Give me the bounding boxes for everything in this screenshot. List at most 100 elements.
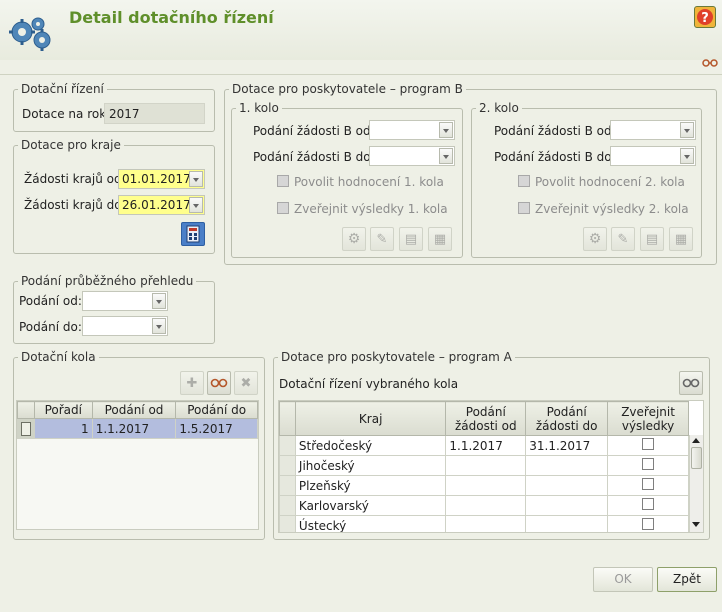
kraje-to-combo[interactable]: 26.01.2017 (118, 195, 205, 215)
zverejnit-checkbox[interactable] (642, 438, 655, 450)
cell-zverejnit (607, 495, 689, 516)
table-row[interactable]: 1 1.1.2017 1.5.2017 (17, 418, 258, 439)
prubezny-to-combo[interactable] (82, 316, 168, 336)
add-icon: ✚ (186, 375, 198, 391)
table-icon: ▦ (674, 231, 688, 247)
view-detail-button[interactable] (679, 371, 703, 395)
cell-poradi: 1 (33, 418, 93, 439)
col-header-poradi[interactable]: Pořadí (33, 401, 93, 419)
header-divider (0, 74, 722, 75)
cell-kraj: Středočeský (294, 435, 447, 456)
scroll-thumb[interactable] (691, 447, 702, 469)
group-legend: 1. kolo (239, 101, 279, 115)
kolo1-povolit-label: Povolit hodnocení 1. kola (294, 175, 444, 189)
vertical-scrollbar[interactable] (689, 435, 703, 532)
chevron-down-icon[interactable] (189, 197, 203, 213)
col-header-od[interactable]: Podání žádosti od (445, 401, 527, 436)
cell-od (445, 455, 527, 476)
sheet-icon: ▤ (404, 231, 418, 247)
row-selector[interactable] (279, 475, 296, 496)
settings-icon: ⚙ (347, 231, 361, 247)
zverejnit-checkbox[interactable] (642, 518, 655, 530)
kolo1-table-button[interactable]: ▦ (428, 227, 452, 251)
view-round-button[interactable] (207, 371, 231, 395)
chevron-down-icon[interactable] (680, 122, 694, 138)
glasses-icon[interactable] (702, 57, 718, 67)
zverejnit-checkbox[interactable] (642, 498, 655, 510)
table-row[interactable]: Plzeňský (279, 475, 689, 496)
zverejnit-checkbox[interactable] (642, 458, 655, 470)
cell-od (445, 495, 527, 516)
col-header-podani-od[interactable]: Podání od (91, 401, 177, 419)
kolo1-sheet-button[interactable]: ▤ (399, 227, 423, 251)
col-header-podani-do[interactable]: Podání do (175, 401, 258, 419)
calculator-button[interactable] (181, 222, 205, 246)
row-header-corner (279, 401, 296, 436)
help-button[interactable]: ? (694, 6, 716, 28)
edit-icon: ✎ (376, 231, 388, 247)
delete-icon: ✖ (240, 375, 252, 391)
kolo1-zverejnit-checkbox[interactable] (277, 202, 289, 214)
prubezny-from-combo[interactable] (82, 291, 168, 311)
chevron-down-icon[interactable] (439, 148, 453, 164)
cell-zverejnit (607, 475, 689, 496)
table-row[interactable]: Karlovarský (279, 495, 689, 516)
zverejnit-checkbox[interactable] (642, 478, 655, 490)
help-icon: ? (697, 9, 713, 26)
svg-text:?: ? (701, 11, 709, 26)
col-header-kraj[interactable]: Kraj (294, 401, 447, 436)
cell-podani-do: 1.5.2017 (175, 418, 258, 439)
kolo2-povolit-checkbox[interactable] (518, 175, 530, 187)
scroll-up-icon[interactable] (692, 438, 700, 443)
glasses-icon (210, 378, 228, 388)
col-header-do[interactable]: Podání žádosti do (525, 401, 609, 436)
chevron-down-icon[interactable] (152, 318, 166, 334)
row-selector[interactable] (279, 495, 296, 516)
settings-icon: ⚙ (588, 231, 602, 247)
kraje-from-combo[interactable]: 01.01.2017 (118, 169, 205, 189)
table-row[interactable]: Ústecký (279, 515, 689, 532)
chevron-down-icon[interactable] (152, 293, 166, 309)
cell-od (445, 515, 527, 532)
kolo2-settings-button[interactable]: ⚙ (583, 227, 607, 251)
row-header-corner (17, 401, 35, 419)
cell-do: 31.1.2017 (525, 435, 609, 456)
kolo2-from-combo[interactable] (610, 120, 696, 140)
row-selector[interactable] (279, 455, 296, 476)
kolo2-sheet-button[interactable]: ▤ (640, 227, 664, 251)
kolo2-table-button[interactable]: ▦ (669, 227, 693, 251)
group-legend: 2. kolo (479, 101, 519, 115)
kolo1-povolit-checkbox[interactable] (277, 175, 289, 187)
chevron-down-icon[interactable] (189, 171, 203, 187)
scroll-down-icon[interactable] (692, 522, 700, 527)
back-button[interactable]: Zpět (657, 567, 717, 592)
gears-icon (6, 14, 58, 54)
kolo1-settings-button[interactable]: ⚙ (342, 227, 366, 251)
row-selector[interactable] (279, 435, 296, 456)
rounds-table: Pořadí Podání od Podání do 1 1.1.2017 1.… (16, 400, 259, 530)
kolo2-to-combo[interactable] (610, 146, 696, 166)
chevron-down-icon[interactable] (680, 148, 694, 164)
cell-podani-od: 1.1.2017 (91, 418, 177, 439)
kolo1-from-combo[interactable] (369, 120, 455, 140)
glasses-icon (682, 378, 700, 388)
kolo2-zverejnit-checkbox[interactable] (518, 202, 530, 214)
ok-button[interactable]: OK (593, 567, 653, 592)
year-field: 2017 (104, 103, 205, 124)
group-legend: Podání průběžného přehledu (21, 274, 194, 288)
col-header-zverejnit[interactable]: Zveřejnit výsledky (607, 401, 689, 436)
row-selector[interactable] (279, 515, 296, 532)
delete-round-button[interactable]: ✖ (234, 371, 258, 395)
kolo1-to-combo[interactable] (369, 146, 455, 166)
table-row[interactable]: Jihočeský (279, 455, 689, 476)
kolo2-edit-button[interactable]: ✎ (611, 227, 635, 251)
chevron-down-icon[interactable] (439, 122, 453, 138)
kolo1-edit-button[interactable]: ✎ (370, 227, 394, 251)
kolo2-to-label: Podání žádosti B do: (494, 150, 616, 164)
kraje-from-label: Žádosti krajů od: (24, 172, 126, 186)
row-selector[interactable] (17, 418, 35, 439)
add-round-button[interactable]: ✚ (180, 371, 204, 395)
table-row[interactable]: Středočeský 1.1.2017 31.1.2017 (279, 435, 689, 456)
kraje-table: Kraj Podání žádosti od Podání žádosti do… (278, 400, 704, 533)
cell-do (525, 515, 609, 532)
